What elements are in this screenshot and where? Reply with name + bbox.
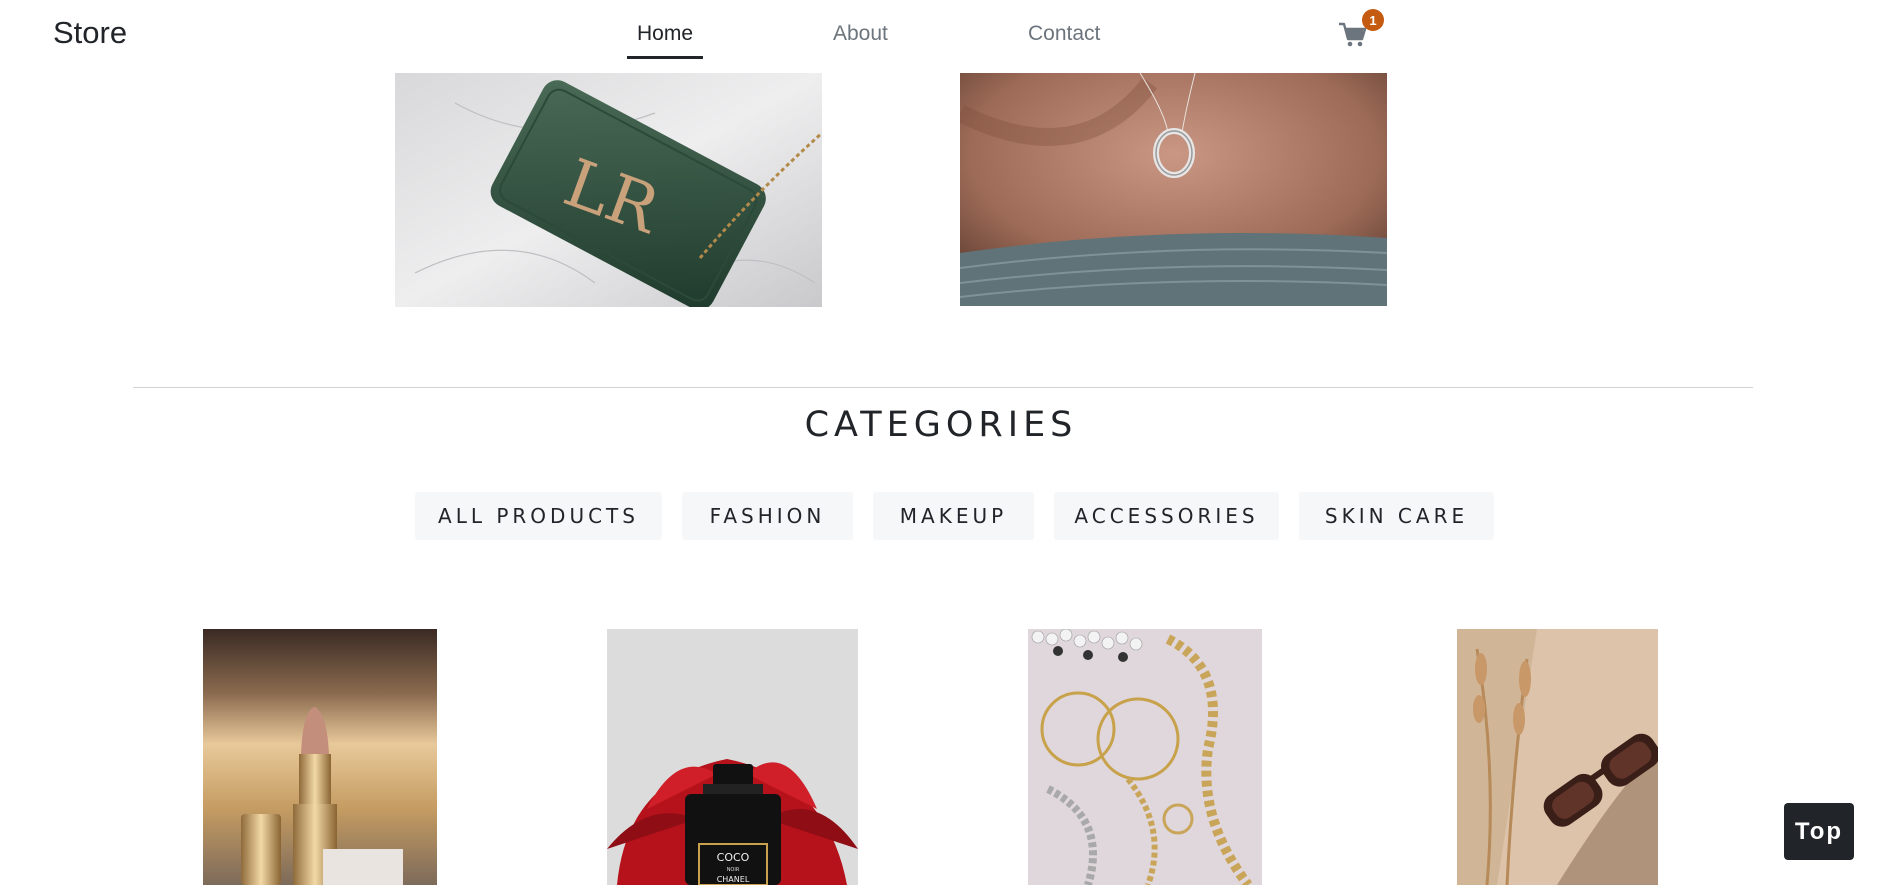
hero-image-bag[interactable]: LR — [395, 73, 822, 307]
product-image-perfume[interactable]: COCO NOIR CHANEL — [607, 629, 858, 885]
category-all-products-button[interactable]: ALL PRODUCTS — [415, 492, 662, 540]
navbar: Store Home About Contact 1 — [0, 0, 1882, 72]
categories-title: CATEGORIES — [804, 405, 1078, 445]
cart-count-badge: 1 — [1362, 9, 1384, 31]
nav-active-indicator — [627, 56, 703, 59]
category-fashion-button[interactable]: FASHION — [682, 492, 853, 540]
product-image-jewelry[interactable] — [1028, 629, 1262, 885]
category-accessories-button[interactable]: ACCESSORIES — [1054, 492, 1279, 540]
perfume-label-coco: COCO — [717, 851, 750, 864]
perfume-label-brand: CHANEL — [717, 875, 750, 884]
section-divider — [133, 387, 1753, 388]
nav-contact[interactable]: Contact — [1028, 22, 1100, 46]
brand-logo[interactable]: Store — [53, 15, 127, 51]
category-skin-care-button[interactable]: SKIN CARE — [1299, 492, 1494, 540]
hero-image-necklace[interactable] — [960, 73, 1387, 306]
product-image-sunglasses[interactable] — [1457, 629, 1658, 885]
perfume-label-noir: NOIR — [727, 867, 740, 873]
nav-about[interactable]: About — [833, 22, 888, 46]
category-makeup-button[interactable]: MAKEUP — [873, 492, 1034, 540]
back-to-top-button[interactable]: Top — [1784, 803, 1854, 860]
product-image-lipstick[interactable] — [203, 629, 437, 885]
nav-home[interactable]: Home — [637, 22, 693, 46]
